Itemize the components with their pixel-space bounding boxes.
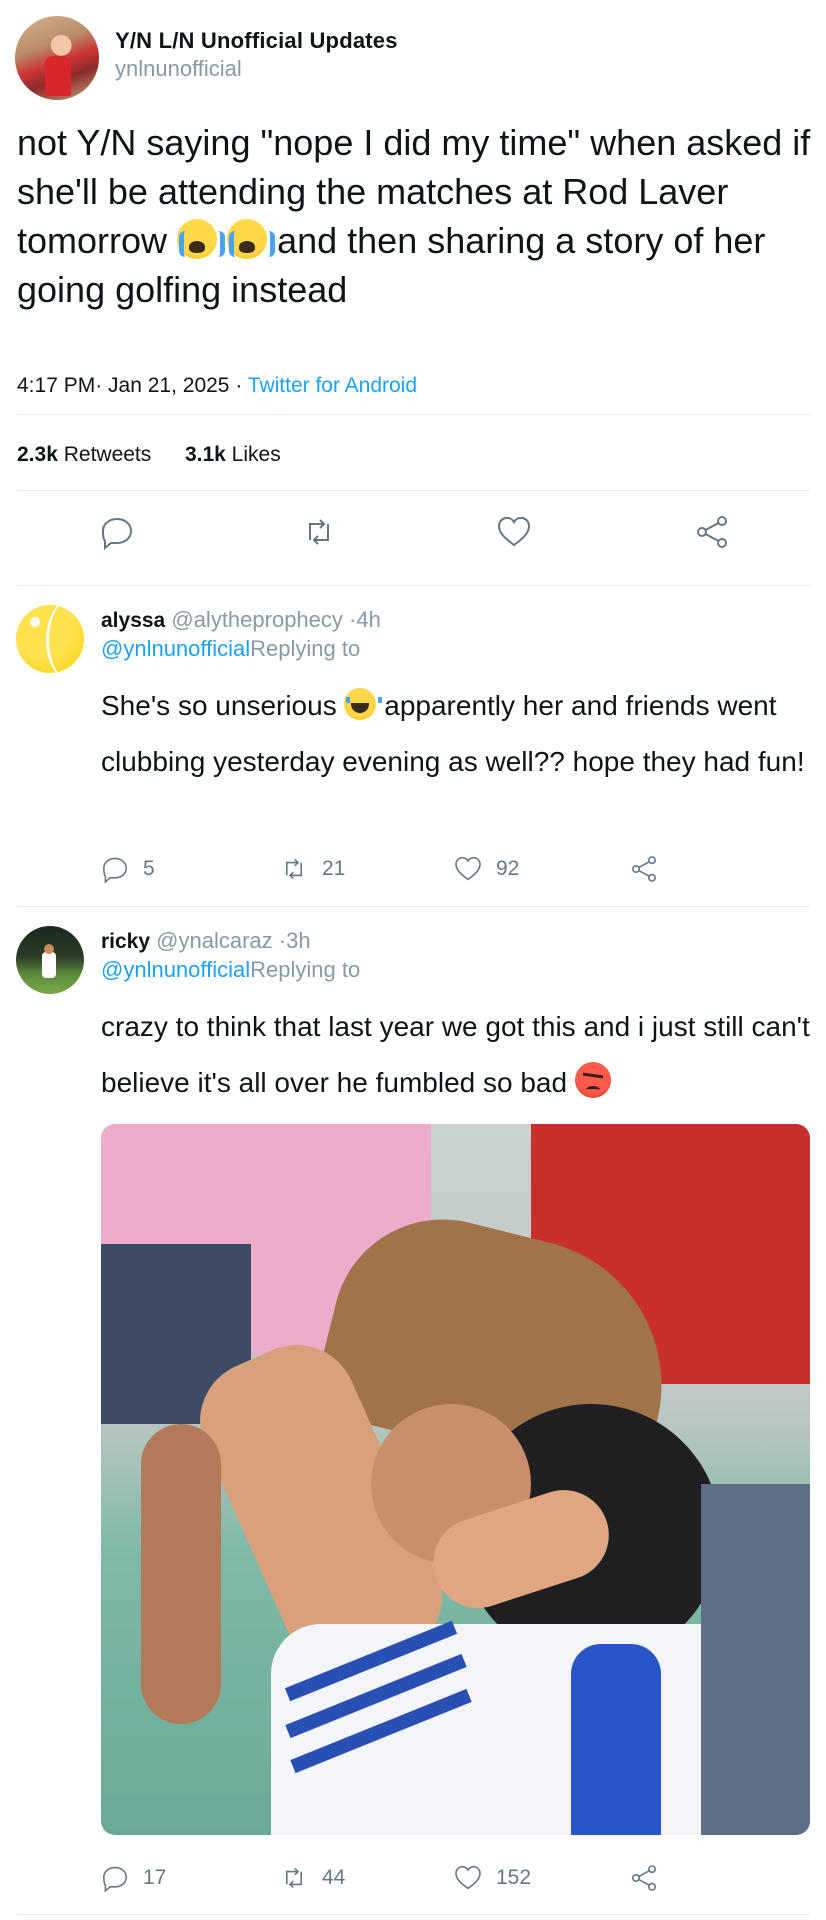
- reply-author-name[interactable]: alyssa: [101, 609, 165, 632]
- divider: [17, 1914, 810, 1915]
- retweets-label[interactable]: Retweets: [64, 443, 152, 466]
- photo-shape: [141, 1424, 221, 1724]
- tweet-time[interactable]: 4:17 PM: [17, 374, 95, 397]
- reply-count: 17: [143, 1866, 167, 1889]
- share-icon: [632, 1865, 656, 1891]
- reply-icon: [102, 857, 128, 884]
- likes-label[interactable]: Likes: [232, 443, 281, 466]
- reply-to-label: Replying to: [250, 636, 361, 661]
- retweet-count[interactable]: 2.3k: [17, 443, 58, 466]
- like-count[interactable]: 3.1k: [185, 443, 226, 466]
- reply-button[interactable]: 5: [99, 853, 155, 885]
- tweet-text: not Y/N saying "nope I did my time" when…: [17, 118, 812, 314]
- reply-icon: [102, 1866, 128, 1893]
- reply-icon: [101, 517, 133, 551]
- reply-action-bar: 17 44 152: [0, 1862, 826, 1902]
- reply-header: alyssa @alytheprophecy ·4h @ynlnunoffici…: [101, 607, 381, 661]
- reply-age[interactable]: 3h: [286, 928, 310, 953]
- share-button[interactable]: [628, 853, 660, 885]
- retweet-icon: [286, 1867, 302, 1889]
- reply-to-label: Replying to: [250, 957, 361, 982]
- retweet-button[interactable]: 44: [278, 1862, 345, 1894]
- divider: [17, 585, 810, 586]
- retweet-icon: [286, 858, 302, 880]
- like-button[interactable]: 92: [452, 853, 519, 885]
- tears-of-joy-emoji-icon: [344, 688, 383, 720]
- share-button[interactable]: [690, 510, 734, 554]
- retweet-button[interactable]: [297, 510, 341, 554]
- retweet-icon: [309, 519, 329, 545]
- reply-author-handle[interactable]: @ynalcaraz: [156, 928, 273, 953]
- reply-text: crazy to think that last year we got thi…: [101, 999, 813, 1111]
- reply-to-link[interactable]: @ynlnunofficial: [101, 957, 250, 982]
- avatar[interactable]: [16, 605, 84, 673]
- photo-shape: [571, 1644, 661, 1835]
- divider: [17, 906, 810, 907]
- like-count: 152: [496, 1866, 532, 1889]
- avatar[interactable]: [15, 16, 99, 100]
- reply-text-part1: crazy to think that last year we got thi…: [101, 1011, 810, 1098]
- reply-author-name[interactable]: ricky: [101, 930, 150, 953]
- reply-text: She's so unserious apparently her and fr…: [101, 678, 813, 790]
- like-button[interactable]: 152: [452, 1862, 531, 1894]
- retweet-count: 21: [322, 857, 346, 880]
- heart-icon: [497, 516, 531, 547]
- divider: [17, 414, 810, 415]
- retweet-button[interactable]: 21: [278, 853, 345, 885]
- avatar[interactable]: [16, 926, 84, 994]
- photo-shape: [271, 1624, 751, 1835]
- tweet-date[interactable]: Jan 21, 2025: [108, 374, 229, 397]
- tweet-action-bar: [0, 510, 826, 570]
- reply-age[interactable]: 4h: [356, 607, 380, 632]
- angry-face-emoji-icon: [574, 1062, 611, 1098]
- reply-text-part1: She's so unserious: [101, 690, 337, 721]
- reply-count: 5: [143, 857, 155, 880]
- reply-button[interactable]: [95, 510, 139, 554]
- loudly-crying-emoji-icon: [177, 219, 226, 259]
- photo-shape: [701, 1484, 810, 1835]
- heart-icon: [455, 1865, 481, 1890]
- attached-photo[interactable]: [101, 1124, 810, 1835]
- client-link[interactable]: Twitter for Android: [248, 374, 417, 397]
- divider: [17, 490, 810, 491]
- tweet-header: Y/N L/N Unofficial Updates ynlnunofficia…: [15, 16, 805, 100]
- reply-header: ricky @ynalcaraz ·3h @ynlnunofficialRepl…: [101, 928, 361, 982]
- reply-action-bar: 5 21 92: [0, 853, 826, 893]
- like-count: 92: [496, 857, 520, 880]
- handle[interactable]: ynlnunofficial: [115, 56, 398, 82]
- reply-to-link[interactable]: @ynlnunofficial: [101, 636, 250, 661]
- reply-button[interactable]: 17: [99, 1862, 166, 1894]
- share-icon: [697, 516, 727, 548]
- heart-icon: [455, 856, 481, 881]
- loudly-crying-emoji-icon: [227, 219, 276, 259]
- tweet-meta: 4:17 PM· Jan 21, 2025 · Twitter for Andr…: [17, 374, 418, 397]
- reply-author-handle[interactable]: @alytheprophecy: [171, 607, 343, 632]
- share-icon: [632, 856, 656, 882]
- display-name[interactable]: Y/N L/N Unofficial Updates: [115, 28, 398, 54]
- author-block: Y/N L/N Unofficial Updates ynlnunofficia…: [115, 28, 398, 82]
- retweet-count: 44: [322, 1866, 346, 1889]
- tweet-stats: 2.3k Retweets 3.1k Likes: [17, 443, 281, 467]
- share-button[interactable]: [628, 1862, 660, 1894]
- like-button[interactable]: [492, 510, 536, 554]
